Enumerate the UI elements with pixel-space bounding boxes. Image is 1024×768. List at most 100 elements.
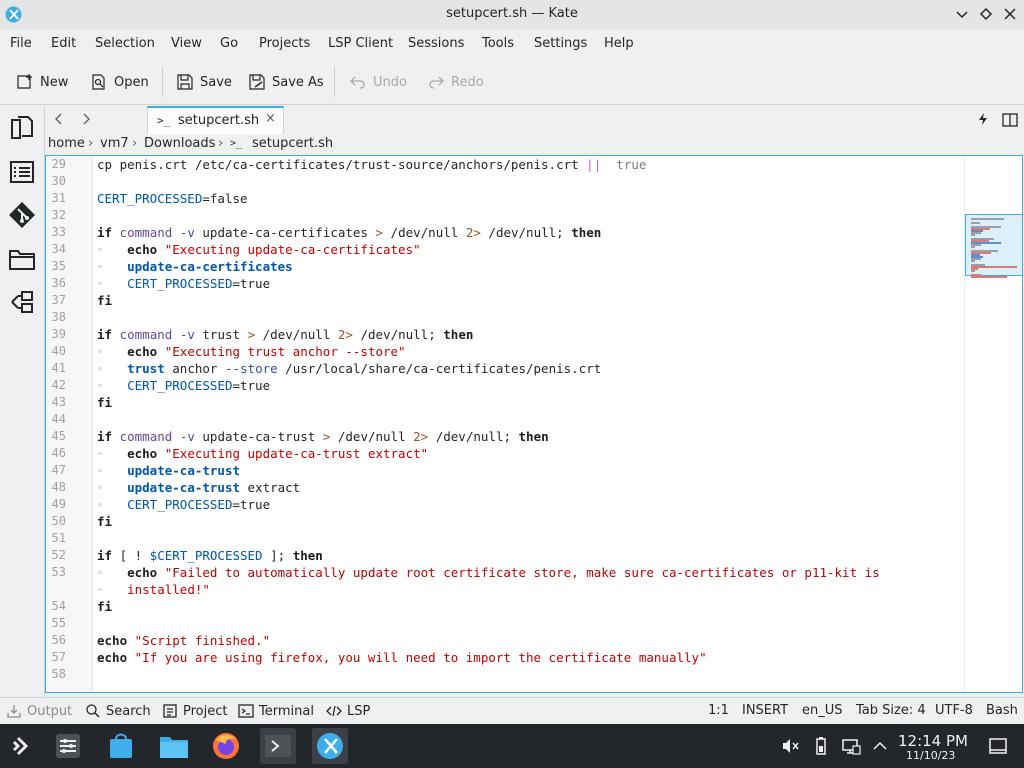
kate-icon[interactable] xyxy=(312,728,348,764)
tab-setupcert[interactable]: >_ setupcert.sh × xyxy=(147,106,284,135)
lsp-tab[interactable]: LSP xyxy=(326,703,370,719)
forward-arrow-icon[interactable] xyxy=(78,111,94,127)
redo-button[interactable]: Redo xyxy=(427,70,484,94)
line-number: 46 xyxy=(51,446,66,460)
maximize-button[interactable] xyxy=(977,5,995,23)
title-bar: setupcert.sh — Kate xyxy=(0,0,1024,29)
menu-projects[interactable]: Projects xyxy=(259,36,310,51)
tab-close-icon[interactable]: × xyxy=(265,111,276,126)
undo-icon xyxy=(350,76,365,89)
code-line: fi xyxy=(97,599,112,614)
code-token: echo xyxy=(127,242,158,257)
indent-marker-icon: » xyxy=(97,466,103,476)
code-token: anchor xyxy=(164,361,225,376)
code-line: echo "Executing trust anchor --store" xyxy=(97,344,405,359)
menu-settings[interactable]: Settings xyxy=(534,36,587,51)
save-icon xyxy=(177,74,193,90)
new-button[interactable]: New xyxy=(16,70,68,94)
code-token: extract xyxy=(240,480,301,495)
show-desktop-icon[interactable] xyxy=(988,736,1008,756)
save-button[interactable]: Save xyxy=(176,70,232,94)
line-number: 52 xyxy=(51,548,66,562)
cursor-position[interactable]: 1:1 xyxy=(708,703,729,718)
quick-open-icon[interactable] xyxy=(976,112,990,126)
menu-tools[interactable]: Tools xyxy=(482,36,514,51)
line-number: 43 xyxy=(51,395,66,409)
minimize-button[interactable] xyxy=(953,5,971,23)
save-as-button[interactable]: Save As xyxy=(248,70,324,94)
network-wired-icon[interactable] xyxy=(841,736,861,756)
code-token: echo xyxy=(127,344,158,359)
application-launcher-icon[interactable] xyxy=(4,728,40,764)
clock-time[interactable]: 12:14 PM xyxy=(898,732,968,750)
minimap[interactable] xyxy=(964,156,1022,692)
file-manager-icon[interactable] xyxy=(156,728,192,764)
code-line: echo "If you are using firefox, you will… xyxy=(97,650,707,665)
code-line: echo "Executing update-ca-certificates" xyxy=(97,242,421,257)
menu-edit[interactable]: Edit xyxy=(51,36,76,51)
code-token: -v xyxy=(179,327,195,342)
search-tab[interactable]: Search xyxy=(85,703,151,719)
system-settings-icon[interactable] xyxy=(50,728,86,764)
menu-go[interactable]: Go xyxy=(220,36,238,51)
firefox-icon[interactable] xyxy=(208,728,244,764)
encoding[interactable]: UTF-8 xyxy=(935,703,973,718)
open-button[interactable]: Open xyxy=(90,70,149,94)
code-editor[interactable]: 29 30 31 32 33 34 35 36 37 38 39 40 41 42 43 44 45 46 47 48… xyxy=(45,155,1023,693)
input-mode[interactable]: INSERT xyxy=(742,703,788,718)
undo-button[interactable]: Undo xyxy=(349,70,407,94)
project-tab[interactable]: Project xyxy=(162,703,227,719)
git-icon[interactable] xyxy=(8,201,36,229)
file-browser-icon[interactable] xyxy=(8,245,36,273)
discover-store-icon[interactable] xyxy=(103,728,139,764)
code-token: 2> xyxy=(465,225,481,240)
taskbar: 12:14 PM 11/10/23 xyxy=(0,724,1024,768)
code-token: 2> xyxy=(337,327,353,342)
code-token: =false xyxy=(202,191,248,206)
projects-icon[interactable] xyxy=(8,288,36,316)
dictionary-language[interactable]: en_US xyxy=(802,703,843,718)
documents-icon[interactable] xyxy=(8,114,36,142)
konsole-icon[interactable] xyxy=(260,728,296,764)
terminal-tab[interactable]: Terminal xyxy=(238,703,314,719)
menu-view[interactable]: View xyxy=(171,36,202,51)
line-number: 42 xyxy=(51,378,66,392)
code-token: "If you are using firefox, you will need… xyxy=(134,650,707,665)
line-number: 30 xyxy=(51,174,66,188)
breadcrumb-file[interactable]: setupcert.sh xyxy=(252,136,333,151)
close-button[interactable] xyxy=(1001,5,1019,23)
menu-file[interactable]: File xyxy=(10,36,32,51)
tab-size[interactable]: Tab Size: 4 xyxy=(856,703,926,718)
syntax-mode[interactable]: Bash xyxy=(986,703,1018,718)
save-as-icon xyxy=(249,74,265,90)
code-token: -v xyxy=(179,225,195,240)
output-tab[interactable]: Output xyxy=(6,703,72,719)
chevron-up-icon[interactable] xyxy=(870,736,890,756)
breadcrumb-vm7[interactable]: vm7 xyxy=(100,136,129,151)
split-view-icon[interactable] xyxy=(1002,112,1018,128)
menu-lsp-client[interactable]: LSP Client xyxy=(328,36,393,51)
line-number: 55 xyxy=(51,616,66,630)
volume-muted-icon[interactable] xyxy=(780,736,800,756)
menu-help[interactable]: Help xyxy=(604,36,634,51)
symbols-list-icon[interactable] xyxy=(8,158,36,186)
breadcrumb-home[interactable]: home xyxy=(48,136,85,151)
code-token: command xyxy=(119,225,173,240)
code-icon xyxy=(326,705,342,717)
code-line: CERT_PROCESSED=true xyxy=(97,497,270,512)
breadcrumb-downloads[interactable]: Downloads xyxy=(144,136,215,151)
code-token: echo xyxy=(97,633,128,648)
code-token: fi xyxy=(97,395,113,410)
battery-icon[interactable] xyxy=(811,736,831,756)
menu-sessions[interactable]: Sessions xyxy=(408,36,464,51)
terminal-icon xyxy=(238,704,254,718)
clock-date[interactable]: 11/10/23 xyxy=(906,749,955,762)
code-line: if [ ! $CERT_PROCESSED ]; then xyxy=(97,548,323,563)
back-arrow-icon[interactable] xyxy=(51,111,67,127)
code-line: cp penis.crt /etc/ca-certificates/trust-… xyxy=(97,157,646,172)
menu-selection[interactable]: Selection xyxy=(95,36,155,51)
